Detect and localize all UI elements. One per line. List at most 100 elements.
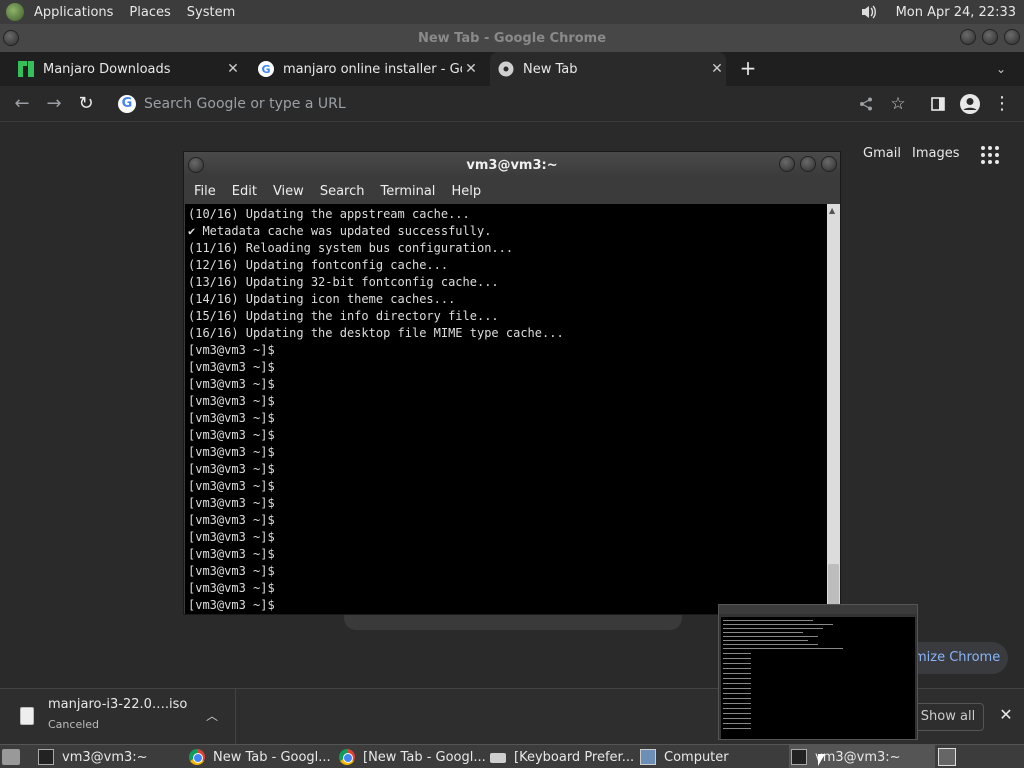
terminal-prompt-line: [vm3@vm3 ~]$ <box>188 462 275 476</box>
terminal-line: (15/16) Updating the info directory file… <box>188 309 499 323</box>
terminal-window-preview[interactable] <box>718 604 918 740</box>
menu-view[interactable]: View <box>265 184 312 199</box>
menu-edit[interactable]: Edit <box>224 184 265 199</box>
terminal-prompt-line: [vm3@vm3 ~]$ <box>188 530 275 544</box>
terminal-icon <box>791 749 807 765</box>
chrome-menu-kebab-icon[interactable]: ⋮ <box>990 92 1014 116</box>
workspace-switcher-icon[interactable] <box>938 748 956 766</box>
menu-help[interactable]: Help <box>443 184 489 199</box>
terminal-output[interactable]: (10/16) Updating the appstream cache... … <box>185 204 827 614</box>
taskbar-item-chrome-new-tab-2[interactable]: [New Tab - Googl... <box>339 745 487 768</box>
scroll-up-arrow-icon[interactable]: ▲ <box>829 206 835 215</box>
taskbar-label: [New Tab - Googl... <box>363 749 486 765</box>
mouse-cursor-icon <box>818 754 825 766</box>
taskbar-item-terminal-active[interactable]: vm3@vm3:~ <box>789 745 935 768</box>
terminal-line: ✔ Metadata cache was updated successfull… <box>188 224 492 238</box>
window-menu-button[interactable] <box>3 30 19 46</box>
chevron-up-icon[interactable]: ︿ <box>204 707 220 723</box>
maximize-button[interactable] <box>982 29 998 45</box>
terminal-prompt-line: [vm3@vm3 ~]$ <box>188 411 275 425</box>
terminal-icon <box>38 749 54 765</box>
computer-icon <box>640 749 656 765</box>
chrome-titlebar[interactable]: New Tab - Google Chrome <box>0 24 1024 52</box>
tab-manjaro-downloads[interactable]: Manjaro Downloads ✕ <box>18 52 242 86</box>
download-status: Canceled <box>48 718 100 731</box>
terminal-line: (16/16) Updating the desktop file MIME t… <box>188 326 564 340</box>
terminal-prompt-line: [vm3@vm3 ~]$ <box>188 547 275 561</box>
taskbar-label: Computer <box>664 749 729 765</box>
share-icon[interactable] <box>854 92 878 116</box>
terminal-prompt-line: [vm3@vm3 ~]$ <box>188 377 275 391</box>
clock[interactable]: Mon Apr 24, 22:33 <box>888 0 1024 24</box>
minimize-button[interactable] <box>960 29 976 45</box>
close-tab-icon[interactable]: ✕ <box>462 61 480 77</box>
gmail-link[interactable]: Gmail <box>863 146 901 161</box>
tab-new-tab[interactable]: New Tab ✕ <box>490 52 726 86</box>
preview-menubar <box>719 605 917 614</box>
close-tab-icon[interactable]: ✕ <box>708 61 726 77</box>
menu-terminal[interactable]: Terminal <box>372 184 443 199</box>
show-desktop-icon[interactable] <box>2 749 20 765</box>
terminal-line: (10/16) Updating the appstream cache... <box>188 207 470 221</box>
file-icon <box>20 707 34 725</box>
taskbar-label: vm3@vm3:~ <box>62 749 148 765</box>
bookmark-star-icon[interactable]: ☆ <box>886 92 910 116</box>
menu-file[interactable]: File <box>186 184 224 199</box>
terminal-prompt-line: [vm3@vm3 ~]$ <box>188 360 275 374</box>
terminal-prompt-line: [vm3@vm3 ~]$ <box>188 496 275 510</box>
omnibox[interactable]: G Search Google or type a URL <box>110 89 730 119</box>
tab-search-chevron-icon[interactable]: ⌄ <box>990 58 1012 80</box>
download-file-name: manjaro-i3-22.0….iso <box>48 697 188 712</box>
terminal-prompt-line: [vm3@vm3 ~]$ <box>188 581 275 595</box>
terminal-line: (11/16) Reloading system bus configurati… <box>188 241 514 255</box>
taskbar-label: [Keyboard Prefer... <box>514 749 635 765</box>
taskbar-item-keyboard-preferences[interactable]: [Keyboard Prefer... <box>490 745 638 768</box>
close-button[interactable] <box>1004 29 1020 45</box>
terminal-prompt-line: [vm3@vm3 ~]$ <box>188 428 275 442</box>
chrome-icon <box>339 749 355 765</box>
profile-avatar-icon[interactable] <box>958 92 982 116</box>
bottom-taskbar: vm3@vm3:~ New Tab - Googl... [New Tab - … <box>0 744 1024 768</box>
side-panel-icon[interactable] <box>926 92 950 116</box>
terminal-window[interactable]: vm3@vm3:~ File Edit View Search Terminal… <box>183 151 841 615</box>
menu-search[interactable]: Search <box>312 184 373 199</box>
taskbar-item-terminal[interactable]: vm3@vm3:~ <box>38 745 186 768</box>
tab-strip: Manjaro Downloads ✕ G manjaro online ins… <box>0 52 1024 86</box>
google-icon: G <box>118 95 136 113</box>
chrome-icon <box>189 749 205 765</box>
google-icon: G <box>258 61 274 77</box>
applications-menu[interactable]: Applications <box>26 0 121 24</box>
close-tab-icon[interactable]: ✕ <box>224 61 242 77</box>
window-menu-button[interactable] <box>188 157 204 173</box>
system-menu[interactable]: System <box>179 0 243 24</box>
taskbar-item-chrome-new-tab[interactable]: New Tab - Googl... <box>189 745 337 768</box>
images-link[interactable]: Images <box>912 146 960 161</box>
tab-manjaro-installer[interactable]: G manjaro online installer - Goog ✕ <box>258 52 480 86</box>
terminal-prompt-line: [vm3@vm3 ~]$ <box>188 479 275 493</box>
terminal-prompt-line: [vm3@vm3 ~]$ <box>188 394 275 408</box>
new-tab-plus-icon[interactable]: + <box>738 58 758 78</box>
minimize-button[interactable] <box>779 156 795 172</box>
speaker-icon[interactable] <box>858 2 880 22</box>
back-arrow-icon[interactable]: ← <box>10 92 34 116</box>
terminal-scrollbar[interactable]: ▲ <box>827 204 840 614</box>
maximize-button[interactable] <box>800 156 816 172</box>
places-menu[interactable]: Places <box>121 0 178 24</box>
distro-logo-icon[interactable] <box>6 3 24 21</box>
show-all-downloads-button[interactable]: Show all <box>912 703 984 731</box>
terminal-line: (14/16) Updating icon theme caches... <box>188 292 456 306</box>
reload-icon[interactable]: ↻ <box>74 92 98 116</box>
forward-arrow-icon[interactable]: → <box>42 92 66 116</box>
terminal-titlebar[interactable]: vm3@vm3:~ <box>184 152 840 178</box>
tab-title: New Tab <box>523 61 578 77</box>
chrome-window-title: New Tab - Google Chrome <box>417 30 607 46</box>
close-download-bar-icon[interactable]: ✕ <box>996 705 1016 725</box>
top-panel: Applications Places System Mon Apr 24, 2… <box>0 0 1024 24</box>
terminal-title: vm3@vm3:~ <box>466 157 558 173</box>
taskbar-item-computer[interactable]: Computer <box>640 745 788 768</box>
download-item[interactable]: manjaro-i3-22.0….iso Canceled ︿ <box>0 689 236 745</box>
close-button[interactable] <box>821 156 837 172</box>
tab-title: manjaro online installer - Goog <box>283 61 462 77</box>
tab-title: Manjaro Downloads <box>43 61 171 77</box>
google-apps-grid-icon[interactable] <box>981 146 999 164</box>
